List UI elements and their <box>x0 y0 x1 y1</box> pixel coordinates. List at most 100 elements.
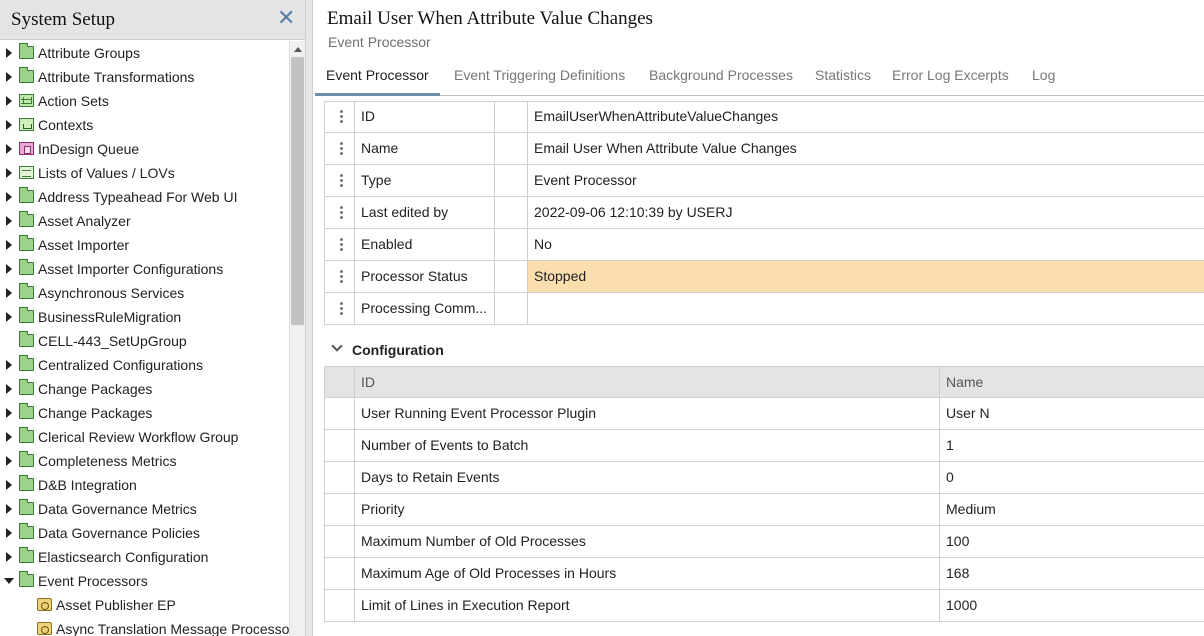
config-name-cell[interactable]: User N <box>940 398 1204 429</box>
expand-arrow-right-icon[interactable] <box>4 497 14 521</box>
tree-item-data-governance-policies[interactable]: Data Governance Policies <box>0 521 289 545</box>
property-value[interactable] <box>528 293 1204 324</box>
expand-arrow-right-icon[interactable] <box>4 545 14 569</box>
expand-arrow-down-icon[interactable] <box>4 569 14 593</box>
table-row[interactable]: Days to Retain Events 0 <box>324 462 1204 494</box>
table-row[interactable]: Priority Medium <box>324 494 1204 526</box>
tree-item-asynchronous-services[interactable]: Asynchronous Services <box>0 281 289 305</box>
column-header-id[interactable]: ID <box>355 367 940 398</box>
expand-arrow-right-icon[interactable] <box>4 185 14 209</box>
tree-item-event-processors[interactable]: Event Processors <box>0 569 289 593</box>
config-name-cell[interactable]: 168 <box>940 558 1204 589</box>
row-selector[interactable] <box>324 430 355 461</box>
tree-item-attribute-groups[interactable]: Attribute Groups <box>0 41 289 65</box>
expand-arrow-right-icon[interactable] <box>4 209 14 233</box>
expand-arrow-right-icon[interactable] <box>4 257 14 281</box>
scroll-up-arrow-icon[interactable] <box>290 41 306 57</box>
row-selector[interactable] <box>324 526 355 557</box>
tree-item-businessrulemigration[interactable]: BusinessRuleMigration <box>0 305 289 329</box>
expand-arrow-right-icon[interactable] <box>4 521 14 545</box>
chevron-down-icon[interactable] <box>331 340 343 352</box>
property-value[interactable]: No <box>528 229 1204 260</box>
drag-handle-icon[interactable] <box>324 261 355 292</box>
table-row[interactable]: Limit of Lines in Execution Report 1000 <box>324 590 1204 622</box>
tree-item-elasticsearch-configuration[interactable]: Elasticsearch Configuration <box>0 545 289 569</box>
expand-arrow-right-icon[interactable] <box>4 161 14 185</box>
table-row[interactable]: User Running Event Processor Plugin User … <box>324 398 1204 430</box>
expand-arrow-right-icon[interactable] <box>4 305 14 329</box>
expand-arrow-right-icon[interactable] <box>4 137 14 161</box>
tree-item-attribute-transformations[interactable]: Attribute Transformations <box>0 65 289 89</box>
property-value[interactable]: Email User When Attribute Value Changes <box>528 133 1204 164</box>
expand-arrow-right-icon[interactable] <box>4 41 14 65</box>
tree-item-d-b-integration[interactable]: D&B Integration <box>0 473 289 497</box>
expand-arrow-right-icon[interactable] <box>4 233 14 257</box>
tree-item-clerical-review-workflow-group[interactable]: Clerical Review Workflow Group <box>0 425 289 449</box>
tree-item-centralized-configurations[interactable]: Centralized Configurations <box>0 353 289 377</box>
table-row[interactable]: Number of Events to Batch 1 <box>324 430 1204 462</box>
config-name-cell[interactable]: Medium <box>940 494 1204 525</box>
row-selector[interactable] <box>324 590 355 621</box>
tree-item-indesign-queue[interactable]: InDesign Queue <box>0 137 289 161</box>
tree-item-async-translation-message-processor[interactable]: Async Translation Message Processor <box>0 617 289 636</box>
drag-handle-icon[interactable] <box>324 197 355 228</box>
config-name-cell[interactable]: 100 <box>940 526 1204 557</box>
property-value[interactable]: Stopped <box>528 261 1204 292</box>
tree-item-asset-importer[interactable]: Asset Importer <box>0 233 289 257</box>
tree-item-completeness-metrics[interactable]: Completeness Metrics <box>0 449 289 473</box>
row-selector[interactable] <box>324 398 355 429</box>
drag-handle-icon[interactable] <box>324 229 355 260</box>
row-selector[interactable] <box>324 494 355 525</box>
tree-item-change-packages[interactable]: Change Packages <box>0 377 289 401</box>
tree-item-lists-of-values-lovs[interactable]: Lists of Values / LOVs <box>0 161 289 185</box>
expand-arrow-right-icon[interactable] <box>4 425 14 449</box>
drag-handle-icon[interactable] <box>324 165 355 196</box>
tab-log[interactable]: Log <box>1021 62 1066 96</box>
drag-handle-icon[interactable] <box>324 133 355 164</box>
tab-event-triggering-definitions[interactable]: Event Triggering Definitions <box>443 62 636 96</box>
expand-arrow-right-icon[interactable] <box>4 377 14 401</box>
expand-arrow-right-icon[interactable] <box>4 113 14 137</box>
tree-item-contexts[interactable]: Contexts <box>0 113 289 137</box>
expand-arrow-right-icon[interactable] <box>4 65 14 89</box>
property-value[interactable]: Event Processor <box>528 165 1204 196</box>
expand-arrow-right-icon[interactable] <box>4 401 14 425</box>
expand-arrow-right-icon[interactable] <box>4 449 14 473</box>
property-value[interactable]: EmailUserWhenAttributeValueChanges <box>528 101 1204 132</box>
tree-scrollbar[interactable] <box>289 41 305 636</box>
tab-background-processes[interactable]: Background Processes <box>638 62 804 96</box>
config-name-cell[interactable]: 1 <box>940 430 1204 461</box>
tab-error-log-excerpts[interactable]: Error Log Excerpts <box>881 62 1020 96</box>
config-name-cell[interactable]: 0 <box>940 462 1204 493</box>
property-row-processor-status: Processor Status Stopped <box>324 261 1204 293</box>
config-name-cell[interactable]: 1000 <box>940 590 1204 621</box>
expand-arrow-right-icon[interactable] <box>4 353 14 377</box>
tree-item-label: InDesign Queue <box>38 141 140 157</box>
tree-item-change-packages[interactable]: Change Packages <box>0 401 289 425</box>
drag-handle-icon[interactable] <box>324 101 355 132</box>
tab-statistics[interactable]: Statistics <box>804 62 882 96</box>
tree-item-cell-443-setupgroup[interactable]: CELL-443_SetUpGroup <box>0 329 289 353</box>
configuration-section-header[interactable]: Configuration <box>324 339 1204 363</box>
row-selector[interactable] <box>324 558 355 589</box>
table-row[interactable]: Maximum Number of Old Processes 100 <box>324 526 1204 558</box>
tab-event-processor[interactable]: Event Processor <box>315 62 440 96</box>
panel-splitter[interactable] <box>305 0 313 636</box>
property-indicator <box>495 197 528 228</box>
tree-item-data-governance-metrics[interactable]: Data Governance Metrics <box>0 497 289 521</box>
close-icon[interactable]: ✕ <box>277 7 295 29</box>
drag-handle-icon[interactable] <box>324 293 355 324</box>
expand-arrow-right-icon[interactable] <box>4 473 14 497</box>
scrollbar-thumb[interactable] <box>291 57 304 325</box>
tree-item-address-typeahead-for-web-ui[interactable]: Address Typeahead For Web UI <box>0 185 289 209</box>
tree-item-action-sets[interactable]: Action Sets <box>0 89 289 113</box>
expand-arrow-right-icon[interactable] <box>4 89 14 113</box>
table-row[interactable]: Maximum Age of Old Processes in Hours 168 <box>324 558 1204 590</box>
property-value[interactable]: 2022-09-06 12:10:39 by USERJ <box>528 197 1204 228</box>
expand-arrow-right-icon[interactable] <box>4 281 14 305</box>
row-selector[interactable] <box>324 462 355 493</box>
column-header-name[interactable]: Name <box>940 367 1204 398</box>
tree-item-asset-analyzer[interactable]: Asset Analyzer <box>0 209 289 233</box>
tree-item-asset-publisher-ep[interactable]: Asset Publisher EP <box>0 593 289 617</box>
tree-item-asset-importer-configurations[interactable]: Asset Importer Configurations <box>0 257 289 281</box>
